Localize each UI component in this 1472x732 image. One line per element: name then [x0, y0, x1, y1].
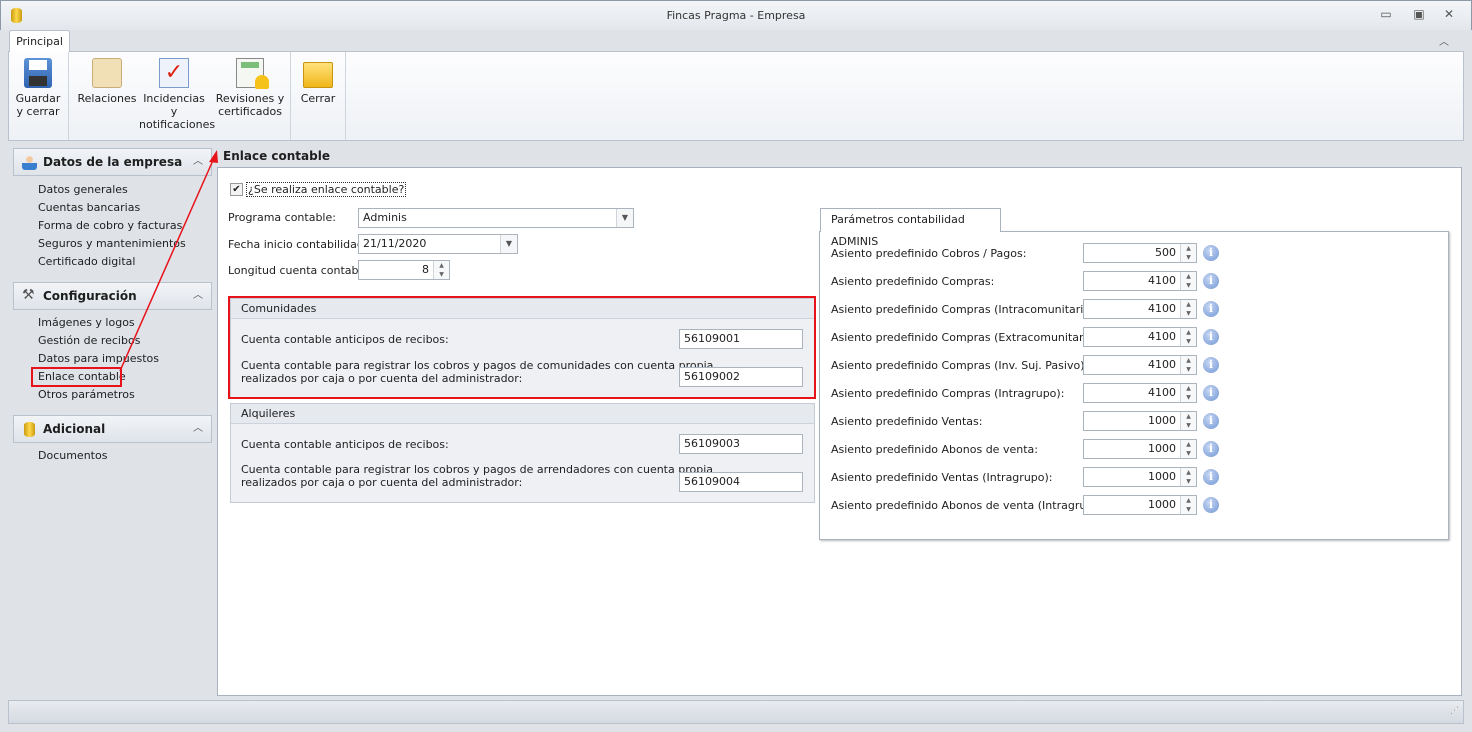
- spin-arrows-icon[interactable]: ▲ ▼: [1180, 244, 1196, 262]
- status-bar: ⋰: [8, 700, 1464, 724]
- spin-arrows-icon[interactable]: ▲ ▼: [1180, 328, 1196, 346]
- param-stepper[interactable]: 1000 ▲ ▼: [1083, 411, 1197, 431]
- alq-anticipos-input[interactable]: 56109003: [679, 434, 803, 454]
- param-label: Asiento predefinido Compras (Intracomuni…: [831, 303, 1104, 316]
- param-value: 1000: [1148, 442, 1176, 455]
- param-value: 4100: [1148, 386, 1176, 399]
- info-icon[interactable]: i: [1203, 469, 1219, 485]
- param-label: Asiento predefinido Ventas (Intragrupo):: [831, 471, 1053, 484]
- info-icon[interactable]: i: [1203, 497, 1219, 513]
- param-label: Asiento predefinido Abonos de venta (Int…: [831, 499, 1109, 512]
- fecha-value: 21/11/2020: [363, 237, 427, 250]
- spin-arrows-icon[interactable]: ▲ ▼: [1180, 440, 1196, 458]
- info-icon[interactable]: i: [1203, 273, 1219, 289]
- spin-arrows-icon[interactable]: ▲ ▼: [1180, 272, 1196, 290]
- tab-principal[interactable]: Principal: [9, 30, 70, 52]
- com-cobros-input[interactable]: 56109002: [679, 367, 803, 387]
- programa-select[interactable]: Adminis ▼: [358, 208, 634, 228]
- param-label: Asiento predefinido Compras (Inv. Suj. P…: [831, 359, 1089, 372]
- info-icon[interactable]: i: [1203, 301, 1219, 317]
- param-stepper[interactable]: 1000 ▲ ▼: [1083, 467, 1197, 487]
- spin-arrows-icon[interactable]: ▲ ▼: [1180, 356, 1196, 374]
- param-stepper[interactable]: 4100 ▲ ▼: [1083, 327, 1197, 347]
- group-header: Alquileres: [231, 404, 814, 424]
- programa-value: Adminis: [363, 211, 407, 224]
- param-value: 1000: [1148, 470, 1176, 483]
- param-label: Asiento predefinido Cobros / Pagos:: [831, 247, 1027, 260]
- param-value: 4100: [1148, 330, 1176, 343]
- spin-arrows-icon[interactable]: ▲ ▼: [1180, 384, 1196, 402]
- enlace-checkbox[interactable]: ✔: [230, 183, 243, 196]
- param-stepper[interactable]: 1000 ▲ ▼: [1083, 495, 1197, 515]
- info-icon[interactable]: i: [1203, 245, 1219, 261]
- param-value: 1000: [1148, 498, 1176, 511]
- longitud-label: Longitud cuenta contable:: [228, 264, 373, 277]
- param-stepper[interactable]: 4100 ▲ ▼: [1083, 299, 1197, 319]
- param-value: 4100: [1148, 274, 1176, 287]
- param-value: 1000: [1148, 414, 1176, 427]
- com-cobros-label: Cuenta contable para registrar los cobro…: [241, 359, 714, 372]
- spin-arrows-icon[interactable]: ▲ ▼: [1180, 300, 1196, 318]
- com-anticipos-label: Cuenta contable anticipos de recibos:: [241, 333, 449, 346]
- info-icon[interactable]: i: [1203, 441, 1219, 457]
- alq-cobros-label: Cuenta contable para registrar los cobro…: [241, 463, 714, 476]
- param-label: Asiento predefinido Compras:: [831, 275, 995, 288]
- longitud-stepper[interactable]: 8 ▲ ▼: [358, 260, 450, 280]
- spin-arrows-icon[interactable]: ▲ ▼: [1180, 468, 1196, 486]
- param-label: Asiento predefinido Compras (Extracomuni…: [831, 331, 1108, 344]
- enlace-checkbox-label[interactable]: ¿Se realiza enlace contable?: [246, 182, 407, 197]
- fecha-label: Fecha inicio contabilidad:: [228, 238, 368, 251]
- param-value: 4100: [1148, 358, 1176, 371]
- alq-anticipos-label: Cuenta contable anticipos de recibos:: [241, 438, 449, 451]
- alq-cobros-input[interactable]: 56109004: [679, 472, 803, 492]
- param-stepper[interactable]: 4100 ▲ ▼: [1083, 271, 1197, 291]
- tab-parametros-adminis[interactable]: Parámetros contabilidad ADMINIS: [820, 208, 1001, 248]
- com-anticipos-input[interactable]: 56109001: [679, 329, 803, 349]
- programa-label: Programa contable:: [228, 211, 336, 224]
- info-icon[interactable]: i: [1203, 357, 1219, 373]
- param-label: Asiento predefinido Compras (Intragrupo)…: [831, 387, 1065, 400]
- param-value: 4100: [1148, 302, 1176, 315]
- alq-cobros-label-2: realizados por caja o por cuenta del adm…: [241, 476, 523, 489]
- chevron-down-icon[interactable]: ▼: [616, 209, 633, 227]
- page-title: Enlace contable: [223, 149, 330, 163]
- param-stepper[interactable]: 1000 ▲ ▼: [1083, 439, 1197, 459]
- info-icon[interactable]: i: [1203, 413, 1219, 429]
- chevron-down-icon[interactable]: ▼: [500, 235, 517, 253]
- fecha-date-picker[interactable]: 21/11/2020 ▼: [358, 234, 518, 254]
- info-icon[interactable]: i: [1203, 329, 1219, 345]
- spin-arrows-icon[interactable]: ▲ ▼: [433, 261, 449, 279]
- param-stepper[interactable]: 4100 ▲ ▼: [1083, 383, 1197, 403]
- com-cobros-label-2: realizados por caja o por cuenta del adm…: [241, 372, 523, 385]
- param-stepper[interactable]: 500 ▲ ▼: [1083, 243, 1197, 263]
- param-stepper[interactable]: 4100 ▲ ▼: [1083, 355, 1197, 375]
- param-value: 500: [1155, 246, 1176, 259]
- spin-arrows-icon[interactable]: ▲ ▼: [1180, 496, 1196, 514]
- spin-arrows-icon[interactable]: ▲ ▼: [1180, 412, 1196, 430]
- info-icon[interactable]: i: [1203, 385, 1219, 401]
- param-label: Asiento predefinido Ventas:: [831, 415, 983, 428]
- resize-grip-icon[interactable]: ⋰: [1450, 706, 1459, 716]
- param-label: Asiento predefinido Abonos de venta:: [831, 443, 1038, 456]
- longitud-value: 8: [422, 263, 429, 276]
